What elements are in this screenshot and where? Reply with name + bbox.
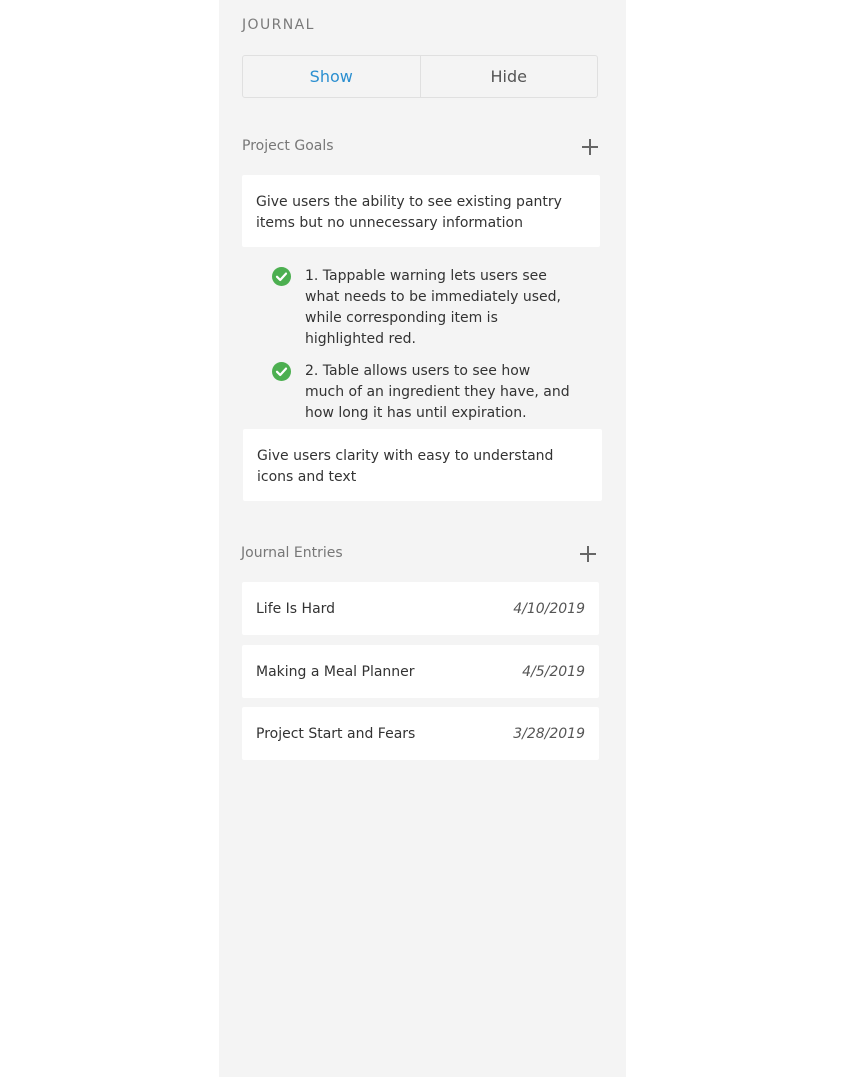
goal-card[interactable]: Give users the ability to see existing p… [242, 175, 600, 247]
journal-entry-row[interactable]: Life Is Hard 4/10/2019 [242, 582, 599, 635]
criterion-item: 1. Tappable warning lets users see what … [272, 266, 572, 350]
add-goal-plus-icon[interactable] [582, 139, 598, 155]
goal-card[interactable]: Give users clarity with easy to understa… [243, 429, 602, 501]
criterion-text: 1. Tappable warning lets users see what … [305, 268, 562, 347]
criterion-item: 2. Table allows users to see how much of… [272, 361, 572, 424]
hide-button[interactable]: Hide [419, 56, 598, 97]
goal-text: Give users clarity with easy to understa… [257, 448, 554, 485]
entry-title: Project Start and Fears [256, 725, 416, 742]
add-entry-plus-icon[interactable] [580, 546, 596, 562]
entry-date: 4/5/2019 [522, 663, 585, 680]
entry-date: 3/28/2019 [513, 725, 585, 742]
check-circle-icon [272, 267, 291, 286]
journal-entries-header: Journal Entries [241, 545, 343, 561]
entry-date: 4/10/2019 [513, 600, 585, 617]
criteria-list: 1. Tappable warning lets users see what … [272, 266, 572, 424]
journal-entry-row[interactable]: Making a Meal Planner 4/5/2019 [242, 645, 599, 698]
entry-title: Making a Meal Planner [256, 663, 415, 680]
check-circle-icon [272, 362, 291, 381]
criterion-text: 2. Table allows users to see how much of… [305, 363, 570, 421]
entry-title: Life Is Hard [256, 600, 336, 617]
journal-title: JOURNAL [242, 17, 315, 33]
journal-panel: JOURNAL Show Hide Project Goals Give use… [219, 0, 626, 1077]
show-hide-toggle: Show Hide [242, 55, 598, 98]
goal-text: Give users the ability to see existing p… [256, 194, 562, 231]
journal-entry-row[interactable]: Project Start and Fears 3/28/2019 [242, 707, 599, 760]
project-goals-header: Project Goals [242, 138, 334, 154]
show-button[interactable]: Show [243, 56, 420, 97]
